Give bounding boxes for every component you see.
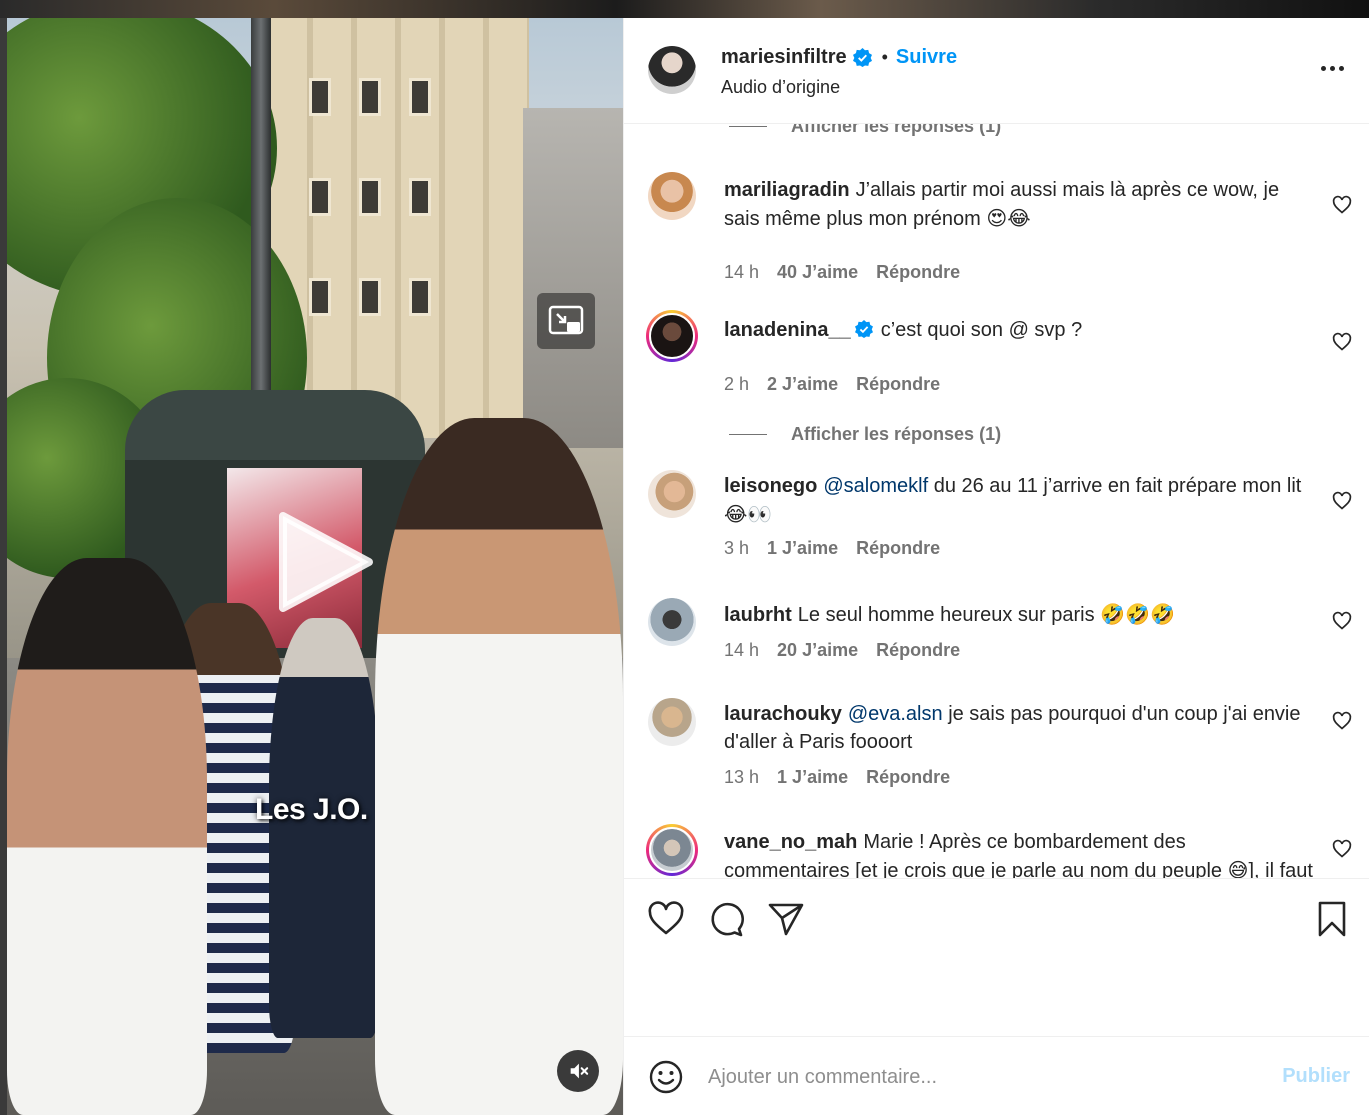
publish-button[interactable]: Publier xyxy=(1282,1065,1350,1088)
comment-emojis: 😅 xyxy=(1227,858,1249,878)
video-frame-person xyxy=(269,618,379,1038)
commenter-avatar[interactable] xyxy=(648,698,696,746)
comment-emojis: 😂👀 xyxy=(724,502,773,526)
comment-username[interactable]: leisonego xyxy=(724,475,817,497)
commenter-avatar[interactable] xyxy=(648,172,696,220)
commenter-avatar[interactable] xyxy=(646,310,698,362)
comment-username[interactable]: lanadenina__ xyxy=(724,319,851,341)
page-backdrop xyxy=(0,0,1369,18)
bookmark-icon[interactable] xyxy=(1312,899,1352,939)
author-avatar[interactable] xyxy=(648,46,696,94)
picture-in-picture-icon xyxy=(548,305,584,335)
picture-in-picture-button[interactable] xyxy=(537,293,595,349)
reply-button[interactable]: Répondre xyxy=(856,538,940,559)
action-bar xyxy=(624,878,1369,1036)
comment-time[interactable]: 3 h xyxy=(724,538,749,559)
view-replies-label: Afficher les réponses (1) xyxy=(791,424,1002,444)
comment-like-icon[interactable] xyxy=(1332,839,1352,859)
video-frame-person xyxy=(375,418,623,1115)
muted-speaker-icon xyxy=(570,1063,589,1079)
header-separator: • xyxy=(881,47,888,67)
commenter-avatar[interactable] xyxy=(648,598,696,646)
comment-mention[interactable]: @salomeklf xyxy=(823,475,928,497)
comment-input[interactable] xyxy=(708,1059,1258,1095)
verified-badge-icon xyxy=(852,48,872,67)
comment-time[interactable]: 2 h xyxy=(724,374,749,395)
post-header: mariesinfiltre • Suivre Audio d’origine xyxy=(624,18,1369,124)
verified-badge-icon xyxy=(854,320,873,338)
comment-emojis: 🤣🤣🤣 xyxy=(1100,602,1175,626)
comment-time[interactable]: 13 h xyxy=(724,767,759,788)
comment-composer: Publier xyxy=(624,1036,1369,1115)
comment-mention[interactable]: @eva.alsn xyxy=(848,703,943,725)
video-frame-person xyxy=(7,558,207,1115)
comment-bubble-icon[interactable] xyxy=(706,899,746,939)
comment-like-icon[interactable] xyxy=(1332,611,1352,631)
post-side-panel: mariesinfiltre • Suivre Audio d’origine … xyxy=(623,18,1369,1115)
comment-text: Le seul homme heureux sur paris xyxy=(797,604,1095,626)
view-replies-label: Afficher les réponses (1) xyxy=(791,124,1002,136)
comment-time[interactable]: 14 h xyxy=(724,262,759,283)
more-options-icon[interactable] xyxy=(1318,54,1346,82)
comment-like-icon[interactable] xyxy=(1332,711,1352,731)
play-icon[interactable] xyxy=(275,510,375,614)
mute-button[interactable] xyxy=(557,1050,599,1092)
comment-like-icon[interactable] xyxy=(1332,195,1352,215)
comment-text: du 26 au 11 j’arrive en fait prépare mon… xyxy=(933,475,1302,497)
comment-username[interactable]: laurachouky xyxy=(724,703,842,725)
reply-button[interactable]: Répondre xyxy=(856,374,940,395)
video-caption: Les J.O. xyxy=(255,793,368,826)
view-replies-button[interactable]: Afficher les réponses (1) xyxy=(729,124,1001,137)
video-frame-building-right xyxy=(523,108,623,448)
comment-likes[interactable]: 2 J’aime xyxy=(767,374,838,395)
comments-list[interactable]: Afficher les réponses (1) mariliagradin J… xyxy=(624,124,1369,878)
author-username[interactable]: mariesinfiltre xyxy=(721,46,847,69)
comment-like-icon[interactable] xyxy=(1332,332,1352,352)
comment-username[interactable]: laubrht xyxy=(724,604,792,626)
view-replies-button[interactable]: Afficher les réponses (1) xyxy=(729,424,1001,445)
video-frame-building xyxy=(269,18,529,438)
comment-like-icon[interactable] xyxy=(1332,491,1352,511)
reply-button[interactable]: Répondre xyxy=(876,640,960,661)
comment-likes[interactable]: 1 J’aime xyxy=(767,538,838,559)
comment-text: c’est quoi son @ svp ? xyxy=(880,319,1083,341)
commenter-avatar[interactable] xyxy=(648,470,696,518)
comment-likes[interactable]: 1 J’aime xyxy=(777,767,848,788)
heart-icon[interactable] xyxy=(646,899,686,939)
video-player[interactable]: Les J.O. xyxy=(7,18,623,1115)
reply-button[interactable]: Répondre xyxy=(866,767,950,788)
comment-username[interactable]: mariliagradin xyxy=(724,179,850,201)
paper-plane-icon[interactable] xyxy=(766,899,806,939)
comment-likes[interactable]: 20 J’aime xyxy=(777,640,858,661)
smiley-icon[interactable] xyxy=(648,1059,684,1095)
follow-button[interactable]: Suivre xyxy=(896,46,957,69)
reply-button[interactable]: Répondre xyxy=(876,262,960,283)
commenter-avatar[interactable] xyxy=(646,824,698,876)
comment-likes[interactable]: 40 J’aime xyxy=(777,262,858,283)
post-modal: Les J.O. mariesinfiltre • Suivre Audio d… xyxy=(7,18,1369,1115)
audio-link[interactable]: Audio d’origine xyxy=(721,77,840,98)
comment-emojis: 😍😂 xyxy=(986,206,1031,230)
comment-username[interactable]: vane_no_mah xyxy=(724,831,857,853)
comment-time[interactable]: 14 h xyxy=(724,640,759,661)
